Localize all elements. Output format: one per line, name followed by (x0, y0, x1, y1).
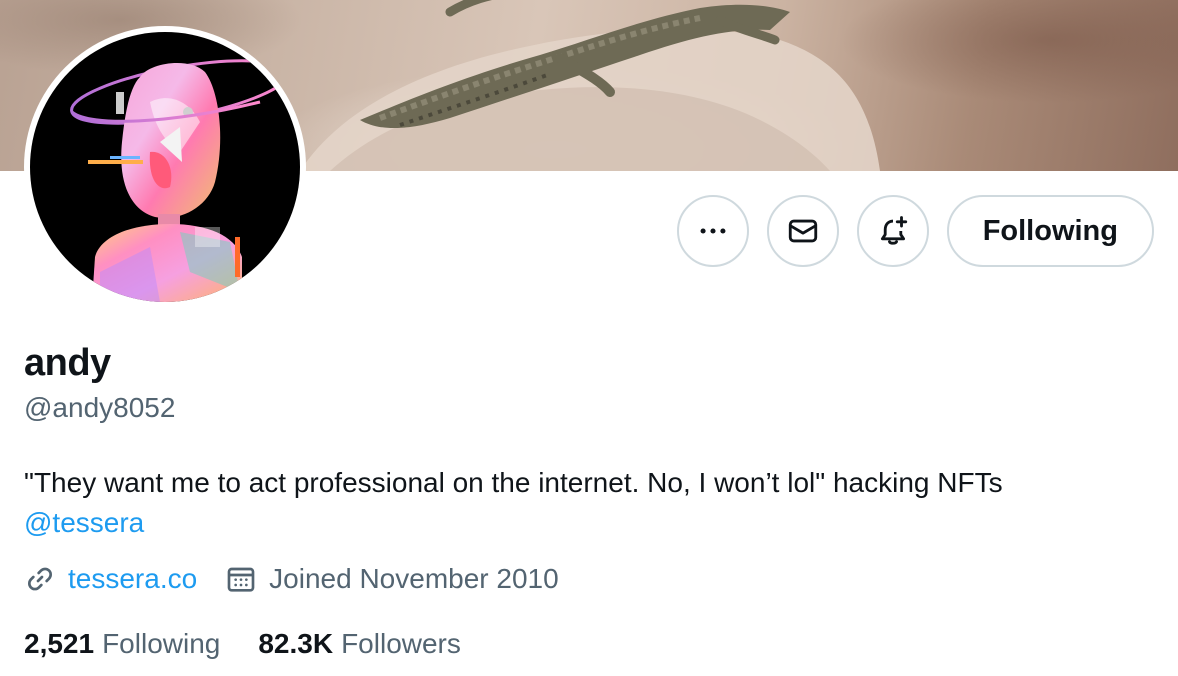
bio-mention-link[interactable]: @tessera (24, 503, 1154, 543)
link-icon (28, 567, 52, 591)
profile-actions: Following (676, 195, 1154, 267)
notifications-button[interactable] (856, 195, 929, 267)
profile-bio: "They want me to act professional on the… (24, 463, 1154, 543)
message-button[interactable] (766, 195, 839, 267)
followers-label: Followers (341, 628, 461, 659)
following-stat[interactable]: 2,521 Following (24, 628, 220, 660)
bell-plus-icon (880, 216, 907, 245)
following-label: Following (102, 628, 221, 659)
joined-item: Joined November 2010 (225, 563, 559, 595)
profile-avatar[interactable] (24, 26, 306, 308)
calendar-icon (227, 567, 255, 592)
envelope-icon (788, 219, 817, 243)
bio-text: "They want me to act professional on the… (24, 467, 1003, 498)
following-count: 2,521 (24, 628, 95, 659)
more-icon (700, 228, 726, 234)
avatar-nft-art (30, 32, 300, 302)
nft-figure-image (70, 59, 290, 302)
joined-date: Joined November 2010 (269, 563, 559, 594)
user-handle: @andy8052 (24, 392, 176, 423)
website-link[interactable]: tessera.co (68, 563, 197, 595)
following-button[interactable]: Following (946, 195, 1154, 267)
profile-meta: tessera.co Joined November 2010 (24, 563, 587, 595)
profile-stats: 2,521 Following 82.3K Followers (24, 628, 499, 660)
more-options-button[interactable] (676, 195, 749, 267)
website-item: tessera.co (24, 563, 197, 595)
followers-count: 82.3K (258, 628, 334, 659)
followers-stat[interactable]: 82.3K Followers (258, 628, 461, 660)
display-name: andy (24, 342, 111, 384)
